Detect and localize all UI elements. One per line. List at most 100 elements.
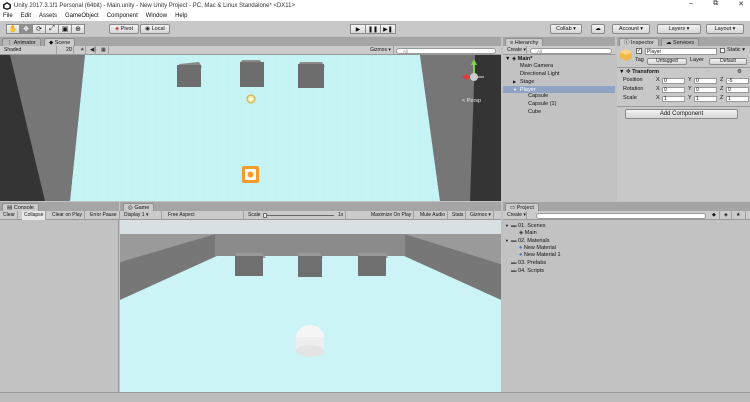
layout-dropdown[interactable]: Layout ▾ (706, 24, 744, 34)
project-search-input[interactable] (536, 212, 706, 219)
hierarchy-create-button[interactable]: Create ▾ (505, 46, 527, 55)
tab-services[interactable]: ☁ Services (661, 38, 700, 46)
menu-edit[interactable]: Edit (21, 13, 31, 19)
console-log-area[interactable] (0, 220, 119, 392)
component-settings-icon[interactable]: ⚙ (737, 69, 742, 76)
transform-component-header[interactable]: ▼ ✥ Transform (619, 69, 659, 76)
rotation-y-field[interactable]: 0 (694, 86, 717, 93)
scale-y-field[interactable]: 1 (694, 95, 717, 102)
play-button[interactable]: ▶ (350, 24, 366, 34)
menu-assets[interactable]: Assets (39, 13, 57, 19)
aspect-dropdown[interactable]: Free Aspect (166, 211, 244, 220)
console-clear-button[interactable]: Clear (1, 211, 18, 220)
position-x-field[interactable]: 0 (662, 77, 685, 84)
project-item[interactable]: ● New Material 1 (503, 252, 750, 259)
hierarchy-item[interactable]: ▼ Player (503, 85, 615, 93)
tab-scene[interactable]: ◆ Scene (44, 38, 76, 46)
hierarchy-item[interactable]: Main Camera (503, 63, 615, 70)
restore-button[interactable]: ⧉ (713, 0, 718, 8)
hierarchy-item[interactable]: ▶ Stage (503, 78, 615, 85)
layers-dropdown[interactable]: Layers ▾ (657, 24, 701, 34)
active-checkbox[interactable]: ✓ (636, 48, 642, 54)
project-item[interactable]: ▼ ▬ 02. Materials (503, 237, 750, 244)
add-component-button[interactable]: Add Component (625, 109, 738, 119)
effects-toggle-icon[interactable]: ▦ (99, 46, 109, 55)
rect-tool-icon[interactable]: ▣ (58, 24, 72, 34)
scale-z-field[interactable]: 1 (726, 95, 749, 102)
hierarchy-item[interactable]: Capsule (1) (503, 101, 615, 108)
project-item[interactable]: ◈ Main (503, 230, 750, 237)
hierarchy-item[interactable]: Directional Light (503, 71, 615, 78)
menu-file[interactable]: File (3, 13, 13, 19)
scale-slider-handle[interactable] (263, 213, 267, 218)
tab-console[interactable]: ▤ Console (2, 203, 39, 211)
scene-root-item[interactable]: ▼ ◈ Main* (505, 56, 532, 63)
maximize-on-play-toggle[interactable]: Maximize On Play (369, 211, 415, 220)
scale-tool-icon[interactable]: ⤢ (45, 24, 59, 34)
static-checkbox[interactable] (720, 48, 725, 53)
rotation-x-field[interactable]: 0 (662, 86, 685, 93)
tab-project[interactable]: ▭ Project (505, 203, 539, 211)
tab-hierarchy[interactable]: ≡ Hierarchy (505, 38, 544, 46)
close-button[interactable]: ✕ (738, 0, 744, 8)
transform-tool-icon[interactable]: ⊕ (71, 24, 85, 34)
tab-animator[interactable]: ⋮ Animator (2, 38, 41, 46)
foldout-arrow-icon[interactable]: ▶ (513, 78, 520, 85)
camera-gizmo-icon[interactable] (242, 166, 259, 183)
mute-audio-toggle[interactable]: Mute Audio (418, 211, 449, 220)
2d-toggle[interactable]: 2D (64, 46, 74, 55)
position-y-field[interactable]: 0 (694, 77, 717, 84)
hierarchy-search-input[interactable]: All (530, 47, 612, 54)
stats-toggle[interactable]: Stats (450, 211, 467, 220)
foldout-arrow-icon[interactable]: ▼ (513, 86, 520, 93)
scene-search-input[interactable]: All (396, 47, 496, 54)
project-filter-label-icon[interactable]: ◈ (722, 211, 732, 220)
cube-right[interactable] (298, 62, 325, 88)
menu-component[interactable]: Component (107, 13, 138, 19)
project-filter-type-icon[interactable]: ◆ (710, 211, 720, 220)
shading-dropdown[interactable]: Shaded (2, 46, 57, 55)
local-toggle[interactable]: ◉ Local (140, 24, 170, 34)
project-item[interactable]: ▼ ▬ 01. Scenes (503, 222, 750, 229)
cube-left[interactable] (177, 62, 202, 87)
hierarchy-item[interactable]: Cube (503, 109, 615, 116)
minimize-button[interactable]: – (689, 0, 693, 8)
account-dropdown[interactable]: Account ▾ (612, 24, 650, 34)
tag-dropdown[interactable]: Untagged (647, 58, 687, 65)
game-gizmos-dropdown[interactable]: Gizmos ▾ (468, 211, 494, 220)
project-create-button[interactable]: Create ▾ (505, 211, 527, 220)
pause-button[interactable]: ❚❚ (365, 24, 381, 34)
scale-slider[interactable] (264, 215, 334, 216)
layer-dropdown[interactable]: Default (709, 58, 747, 65)
scene-gizmos-dropdown[interactable]: Gizmos ▾ (368, 46, 394, 55)
cube-middle[interactable] (240, 60, 264, 87)
display-dropdown[interactable]: Display 1 ▾ (122, 211, 162, 220)
scale-x-field[interactable]: 1 (662, 95, 685, 102)
collab-button[interactable]: Collab ▾ (550, 24, 582, 34)
console-collapse-toggle[interactable]: Collapse (22, 211, 47, 220)
project-favorite-icon[interactable]: ★ (734, 211, 746, 220)
menu-gameobject[interactable]: GameObject (65, 13, 99, 19)
hierarchy-item[interactable]: Capsule (503, 93, 615, 100)
menu-help[interactable]: Help (175, 13, 187, 19)
persp-label[interactable]: < Persp (462, 98, 481, 104)
rotate-tool-icon[interactable]: ⟳ (32, 24, 46, 34)
audio-toggle-icon[interactable]: ◀) (88, 46, 96, 55)
object-name-field[interactable]: Player (645, 47, 717, 55)
hand-tool-icon[interactable]: ✋ (6, 24, 20, 34)
rotation-z-field[interactable]: 0 (726, 86, 749, 93)
step-button[interactable]: ▶❚ (380, 24, 396, 34)
move-tool-icon[interactable]: ✥ (19, 24, 33, 34)
console-error-pause-toggle[interactable]: Error Pause (88, 211, 120, 220)
static-dropdown[interactable]: Static ▾ (727, 47, 745, 54)
project-item[interactable]: ▬ 03. Prefabs (503, 260, 750, 267)
tab-inspector[interactable]: ⓘ Inspector (619, 38, 659, 46)
light-gizmo-icon[interactable] (246, 94, 256, 104)
position-z-field[interactable]: -5 (726, 77, 749, 84)
game-viewport[interactable] (120, 220, 501, 392)
tab-game[interactable]: ◎ Game (123, 203, 155, 211)
menu-window[interactable]: Window (146, 13, 167, 19)
lighting-toggle-icon[interactable]: ☀ (78, 46, 86, 55)
cloud-icon[interactable]: ☁ (591, 24, 605, 34)
scene-viewport[interactable]: < Persp (0, 55, 501, 201)
